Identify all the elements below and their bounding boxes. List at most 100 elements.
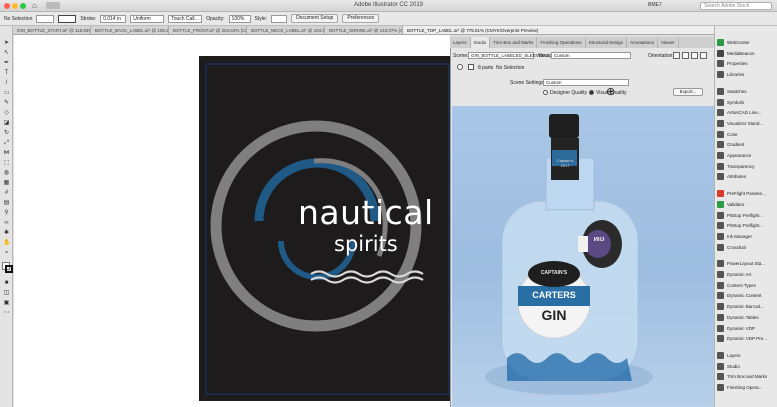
doc-tab[interactable]: BOTTLE_FRONT.ai* @ 264.63% (CMYK/Gu... (169, 26, 247, 34)
orientation-top-icon[interactable] (691, 52, 698, 59)
panel-item-crosshair[interactable]: Crosshair (717, 243, 777, 252)
direct-selection-tool-icon[interactable]: ↖ (3, 50, 10, 56)
tab-annotations[interactable]: Annotations (627, 37, 658, 48)
doc-tab[interactable]: GIN_BOTTLE_START.ai* @ 118.83% (CMYK... (13, 26, 91, 34)
shape-builder-tool-icon[interactable]: ◍ (3, 170, 10, 176)
scene-settings-label: Scene Settings: (510, 80, 546, 86)
orientation-side-icon[interactable] (682, 52, 689, 59)
zoom-tool-icon[interactable]: ⚬ (3, 250, 10, 256)
hand-tool-icon[interactable]: ✋ (3, 240, 10, 246)
panel-item-attributes[interactable]: Attributes (717, 172, 777, 181)
panel-item-gradient[interactable]: Gradient (717, 140, 777, 149)
brush-select[interactable]: Touch Call... (168, 14, 203, 23)
panel-item-color[interactable]: Color (717, 130, 777, 139)
panel-item-ink-manager[interactable]: Ink Manager (717, 232, 777, 241)
panel-item-libraries[interactable]: Libraries (717, 70, 777, 79)
panel-item-dynamic-tables[interactable]: Dynamic Tables (717, 313, 777, 322)
opacity-field[interactable]: 100% (228, 14, 251, 23)
panel-item-artioscad-line[interactable]: ArtiosCAD Line... (717, 108, 777, 117)
panel-item-pitstop-preflight[interactable]: PitStop Preflight... (717, 221, 777, 230)
rotate-tool-icon[interactable]: ↻ (3, 130, 10, 136)
style-select[interactable] (271, 14, 288, 23)
width-tool-icon[interactable]: ⋈ (3, 150, 10, 156)
rectangle-tool-icon[interactable]: ▭ (3, 90, 10, 96)
panel-item-validator[interactable]: Validator (717, 200, 777, 209)
free-transform-tool-icon[interactable]: ⬚ (3, 160, 10, 166)
panel-item-webcenter[interactable]: WebCenter (717, 38, 777, 47)
orientation-iso-icon[interactable] (700, 52, 707, 59)
pen-tool-icon[interactable]: ✒ (3, 60, 10, 66)
stroke-weight-field[interactable]: 0.014 in (100, 14, 127, 23)
panel-item-dynamic-art[interactable]: Dynamic Art (717, 270, 777, 279)
paintbrush-tool-icon[interactable]: ✎ (3, 100, 10, 106)
panel-item-trim-box-and-marks[interactable]: Trim Box and Marks (717, 372, 777, 381)
export-button[interactable]: Export... (673, 88, 703, 96)
doc-tab[interactable]: BOTTLE_SHRINK.ai* @ 143.07% (CMYK/Gu... (325, 26, 403, 34)
selection-tool-icon[interactable]: ➤ (3, 40, 10, 46)
drawing-mode-icon[interactable]: ◫ (3, 290, 10, 296)
panel-item-studio[interactable]: Studio (717, 362, 777, 371)
tab-finishing[interactable]: Finishing Operations (537, 37, 586, 48)
tab-structural[interactable]: Structural Design (586, 37, 628, 48)
line-tool-icon[interactable]: / (3, 80, 10, 86)
expand-icon[interactable] (468, 64, 474, 70)
panel-item-powerlayout-sta[interactable]: PowerLayout Sta... (717, 259, 777, 268)
panel-item-appearance[interactable]: Appearance (717, 151, 777, 160)
gin-bottle-render (485, 114, 653, 395)
panel-item-symbols[interactable]: Symbols (717, 98, 777, 107)
stock-search-input[interactable]: Search Adobe Stock (700, 2, 772, 10)
scene-settings-select[interactable]: Custom (543, 79, 629, 86)
tab-layers[interactable]: Layers (450, 37, 471, 48)
doc-tab[interactable]: BOTTLE_NECK_LABEL.ai* @ 104.93% (CMY... (247, 26, 325, 34)
designer-quality-radio[interactable] (543, 90, 548, 95)
workspace-name[interactable]: BME7 (648, 2, 662, 8)
color-icon (717, 130, 724, 138)
panel-item-content-types[interactable]: Content Types (717, 281, 777, 290)
screen-mode-icon[interactable]: ▣ (3, 300, 10, 306)
panel-item-visualizer-stand[interactable]: Visualizer Stand... (717, 119, 777, 128)
panel-item-dynamic-barcod[interactable]: Dynamic Barcod... (717, 302, 777, 311)
perspective-grid-tool-icon[interactable]: ▦ (3, 180, 10, 186)
eyedropper-tool-icon[interactable]: ⚲ (3, 210, 10, 216)
stroke-profile-select[interactable]: Uniform (130, 14, 165, 23)
preferences-button[interactable]: Preferences (342, 14, 380, 23)
panel-item-swatches[interactable]: Swatches (717, 87, 777, 96)
edit-toolbar-icon[interactable]: ⋯ (3, 310, 10, 316)
view-select[interactable]: Custom (551, 52, 631, 59)
fill-swatch[interactable] (36, 14, 55, 23)
shaper-tool-icon[interactable]: ◇ (3, 110, 10, 116)
scene-select[interactable]: GIN_BOTTLE_LABELED_SLEEVED.zip (468, 52, 552, 59)
panel-item-properties[interactable]: Properties (717, 59, 777, 68)
panel-item-dynamic-content[interactable]: Dynamic Content (717, 291, 777, 300)
visibility-eye-icon[interactable] (457, 64, 463, 70)
tab-viewer[interactable]: Viewer (658, 37, 679, 48)
panel-item-dynamic-vdp[interactable]: Dynamic VDP (717, 324, 777, 333)
gradient-tool-icon[interactable]: ▤ (3, 200, 10, 206)
stroke-swatch[interactable] (58, 14, 77, 23)
mesh-tool-icon[interactable]: # (3, 190, 10, 196)
eraser-tool-icon[interactable]: ◪ (3, 120, 10, 126)
color-mode-icon[interactable]: ■ (3, 280, 10, 286)
visual-quality-radio[interactable] (589, 90, 594, 95)
type-tool-icon[interactable]: T (3, 70, 10, 76)
panel-item-layers[interactable]: Layers (717, 351, 777, 360)
panel-item-transparency[interactable]: Transparency (717, 162, 777, 171)
panel-item-dynamic-vdp-pre[interactable]: Dynamic VDP Pre... (717, 334, 777, 343)
stroke-color-icon[interactable] (5, 265, 13, 273)
panel-item-label: Dynamic VDP Pre... (727, 336, 767, 342)
symbol-sprayer-tool-icon[interactable]: ✱ (3, 230, 10, 236)
blend-tool-icon[interactable]: ∞ (3, 220, 10, 226)
panel-item-mediabeacon[interactable]: MediaBeacon (717, 49, 777, 58)
tab-trim-box[interactable]: Trim Box and Marks (490, 37, 538, 48)
panel-item-finishing-opera[interactable]: Finishing Opera... (717, 383, 777, 392)
panel-item-preflight-parame[interactable]: PreFlight Parame... (717, 189, 777, 198)
tab-studio[interactable]: Studio (470, 37, 491, 48)
orientation-front-icon[interactable] (673, 52, 680, 59)
style-label: Style: (254, 15, 268, 22)
document-tab-bar: GIN_BOTTLE_START.ai* @ 118.83% (CMYK... … (13, 26, 777, 35)
scale-tool-icon[interactable]: ⤢ (3, 140, 10, 146)
document-setup-button[interactable]: Document Setup (291, 14, 339, 23)
3d-preview-viewport[interactable]: Captain's 2017 CAPTAIN'S CARTERS GIN GIN (452, 106, 714, 407)
doc-tab[interactable]: BOTTLE_BACK_LABEL.ai* @ 105.28% (CMY... (91, 26, 169, 34)
panel-item-pitstop-preflight[interactable]: PitStop Preflight... (717, 211, 777, 220)
